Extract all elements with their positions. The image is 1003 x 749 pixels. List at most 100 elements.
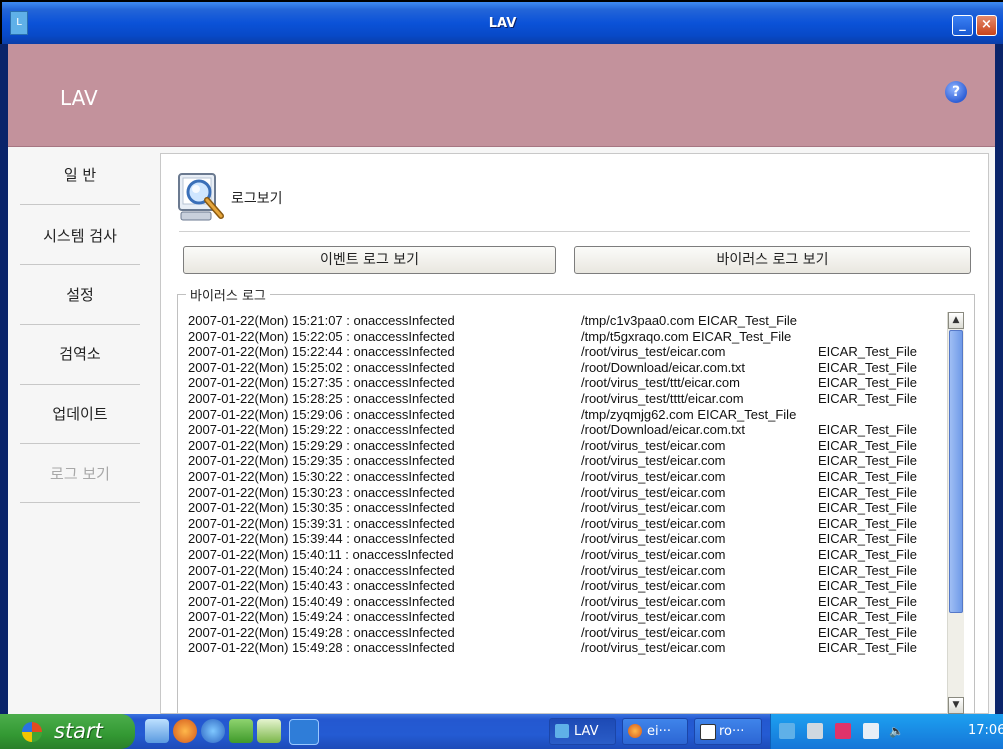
log-timestamp-event: 2007-01-22(Mon) 15:28:25 : onaccessInfec… (188, 390, 455, 406)
log-file-path: /root/virus_test/ttt/eicar.com (581, 375, 740, 391)
log-file-path: /root/virus_test/eicar.com (581, 609, 726, 625)
log-row: 2007-01-22(Mon) 15:39:44 : onaccessInfec… (188, 531, 948, 547)
scroll-down-button[interactable]: ▼ (948, 697, 964, 714)
start-button[interactable]: start (0, 714, 135, 749)
virus-log-button[interactable]: 바이러스 로그 보기 (574, 246, 971, 274)
log-timestamp-event: 2007-01-22(Mon) 15:39:31 : onaccessInfec… (188, 515, 455, 531)
log-virus-name: EICAR_Test_File (818, 640, 917, 656)
windows-logo-icon (22, 722, 42, 742)
log-scrollbar[interactable]: ▲ ▼ (947, 312, 964, 714)
taskbar: start LAV ei··· ro··· 🔈 17:06 (0, 714, 1003, 749)
log-virus-name: EICAR_Test_File (818, 390, 917, 406)
sidebar-item-quarantine[interactable]: 검역소 (20, 334, 140, 374)
thunderbird-icon[interactable] (201, 719, 225, 743)
log-virus-name: EICAR_Test_File (818, 359, 917, 375)
system-tray: 🔈 17:06 (770, 714, 1003, 749)
log-row: 2007-01-22(Mon) 15:28:25 : onaccessInfec… (188, 391, 948, 407)
printer-icon[interactable] (807, 723, 823, 739)
red-tray-icon[interactable] (835, 723, 851, 739)
log-row: 2007-01-22(Mon) 15:39:31 : onaccessInfec… (188, 516, 948, 532)
show-desktop-icon[interactable] (145, 719, 169, 743)
close-button[interactable]: × (976, 15, 997, 36)
log-virus-name: EICAR_Test_File (818, 578, 917, 594)
log-virus-name: EICAR_Test_File (818, 593, 917, 609)
virus-log-group: 바이러스 로그 2007-01-22(Mon) 15:21:07 : onacc… (177, 285, 975, 715)
log-file-path: /root/virus_test/eicar.com (581, 468, 726, 484)
log-timestamp-event: 2007-01-22(Mon) 15:30:22 : onaccessInfec… (188, 468, 455, 484)
help-icon[interactable]: ? (945, 81, 967, 103)
log-virus-name: EICAR_Test_File (818, 375, 917, 391)
log-timestamp-event: 2007-01-22(Mon) 15:49:28 : onaccessInfec… (188, 624, 455, 640)
log-timestamp-event: 2007-01-22(Mon) 15:40:24 : onaccessInfec… (188, 562, 455, 578)
sidebar-divider (20, 443, 140, 444)
log-virus-name: EICAR_Test_File (818, 484, 917, 500)
log-timestamp-event: 2007-01-22(Mon) 15:29:29 : onaccessInfec… (188, 437, 455, 453)
sidebar-item-general[interactable]: 일 반 (20, 155, 140, 195)
log-file-path: /root/virus_test/eicar.com (581, 500, 726, 516)
scroll-up-button[interactable]: ▲ (948, 312, 964, 329)
task-label: ro··· (719, 724, 745, 739)
notepad-icon[interactable] (257, 719, 281, 743)
lav-icon (555, 724, 569, 738)
log-timestamp-event: 2007-01-22(Mon) 15:27:35 : onaccessInfec… (188, 375, 455, 391)
start-label: start (54, 719, 103, 743)
log-file-path: /root/virus_test/eicar.com (581, 562, 726, 578)
clock[interactable]: 17:06 (968, 723, 1003, 738)
log-timestamp-event: 2007-01-22(Mon) 15:22:44 : onaccessInfec… (188, 344, 455, 360)
log-timestamp-event: 2007-01-22(Mon) 15:40:11 : onaccessInfec… (188, 546, 454, 562)
log-timestamp-event: 2007-01-22(Mon) 15:40:43 : onaccessInfec… (188, 578, 455, 594)
log-row: 2007-01-22(Mon) 15:29:35 : onaccessInfec… (188, 453, 948, 469)
log-row: 2007-01-22(Mon) 15:40:24 : onaccessInfec… (188, 563, 948, 579)
task-lav[interactable]: LAV (549, 718, 616, 745)
log-timestamp-event: 2007-01-22(Mon) 15:49:28 : onaccessInfec… (188, 640, 455, 656)
log-virus-name: EICAR_Test_File (818, 422, 917, 438)
log-virus-name: EICAR_Test_File (818, 609, 917, 625)
log-virus-name: EICAR_Test_File (818, 453, 917, 469)
log-file-path: /root/virus_test/eicar.com (581, 453, 726, 469)
firefox-icon[interactable] (173, 719, 197, 743)
log-timestamp-event: 2007-01-22(Mon) 15:22:05 : onaccessInfec… (188, 328, 455, 344)
volume-icon[interactable]: 🔈 (889, 723, 911, 739)
log-row: 2007-01-22(Mon) 15:40:11 : onaccessInfec… (188, 547, 948, 563)
log-timestamp-event: 2007-01-22(Mon) 15:25:02 : onaccessInfec… (188, 359, 455, 375)
log-file-path: /root/virus_test/tttt/eicar.com (581, 390, 744, 406)
sidebar-divider (20, 502, 140, 503)
messenger-icon[interactable] (229, 719, 253, 743)
log-row: 2007-01-22(Mon) 15:25:02 : onaccessInfec… (188, 360, 948, 376)
lav-quicklaunch-icon[interactable] (289, 719, 319, 745)
log-file-path: /root/virus_test/eicar.com (581, 437, 726, 453)
task-label: LAV (574, 724, 599, 739)
title-bar[interactable]: L LAV _ × (0, 0, 1003, 44)
network-icon[interactable] (863, 723, 879, 739)
virus-log-list[interactable]: 2007-01-22(Mon) 15:21:07 : onaccessInfec… (188, 313, 948, 715)
log-file-path: /root/Download/eicar.com.txt (581, 359, 746, 375)
sidebar-item-system-scan[interactable]: 시스템 검사 (20, 216, 140, 256)
magnifier-monitor-icon (178, 173, 224, 221)
log-row: 2007-01-22(Mon) 15:29:22 : onaccessInfec… (188, 422, 948, 438)
task-firefox[interactable]: ei··· (622, 718, 688, 745)
task-terminal[interactable]: ro··· (694, 718, 762, 745)
scroll-thumb[interactable] (949, 330, 963, 613)
log-virus-name: EICAR_Test_File (818, 500, 917, 516)
log-row: 2007-01-22(Mon) 15:49:24 : onaccessInfec… (188, 609, 948, 625)
lav-tray-icon[interactable] (779, 723, 795, 739)
log-file-path: /tmp/c1v3paa0.com EICAR_Test_File (581, 313, 798, 328)
log-timestamp-event: 2007-01-22(Mon) 15:30:35 : onaccessInfec… (188, 500, 455, 516)
banner-title: LAV (60, 86, 98, 110)
group-label: 바이러스 로그 (186, 285, 270, 304)
log-timestamp-event: 2007-01-22(Mon) 15:29:35 : onaccessInfec… (188, 453, 455, 469)
sidebar-item-settings[interactable]: 설정 (20, 275, 140, 315)
log-file-path: /root/virus_test/eicar.com (581, 515, 726, 531)
log-timestamp-event: 2007-01-22(Mon) 15:30:23 : onaccessInfec… (188, 484, 455, 500)
log-row: 2007-01-22(Mon) 15:40:49 : onaccessInfec… (188, 594, 948, 610)
log-virus-name: EICAR_Test_File (818, 531, 917, 547)
log-file-path: /root/virus_test/eicar.com (581, 531, 726, 547)
sidebar-item-update[interactable]: 업데이트 (20, 394, 140, 434)
sidebar-item-view-log: 로그 보기 (50, 465, 110, 483)
event-log-button[interactable]: 이벤트 로그 보기 (183, 246, 556, 274)
log-virus-name: EICAR_Test_File (818, 515, 917, 531)
log-timestamp-event: 2007-01-22(Mon) 15:29:22 : onaccessInfec… (188, 422, 455, 438)
log-file-path: /root/virus_test/eicar.com (581, 640, 726, 656)
log-row: 2007-01-22(Mon) 15:29:06 : onaccessInfec… (188, 407, 948, 423)
minimize-button[interactable]: _ (952, 15, 973, 36)
